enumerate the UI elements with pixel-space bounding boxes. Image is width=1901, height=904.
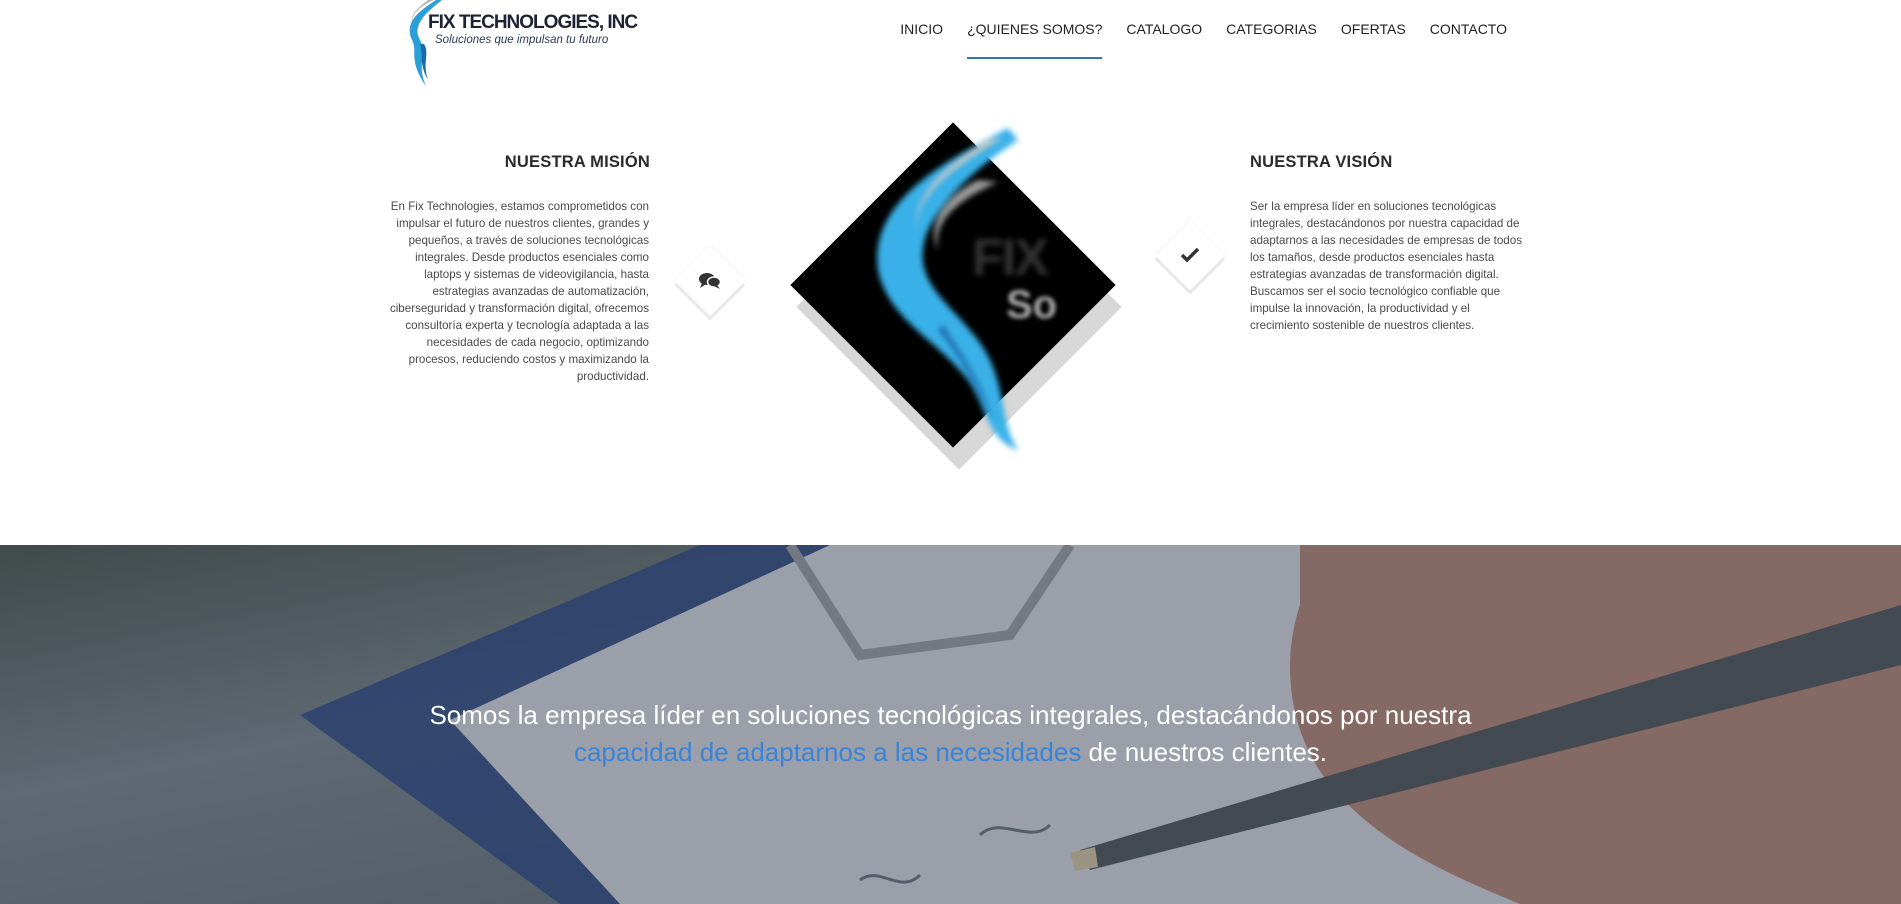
center-logo-text-b: So bbox=[1006, 283, 1058, 327]
comments-icon bbox=[685, 256, 735, 306]
main-nav: INICIO ¿QUIENES SOMOS? CATALOGO CATEGORI… bbox=[888, 0, 1519, 60]
hero-statement: Somos la empresa líder en soluciones tec… bbox=[0, 697, 1901, 771]
check-icon bbox=[1165, 230, 1215, 280]
mission-title: NUESTRA MISIÓN bbox=[504, 153, 650, 171]
nav-catalogo[interactable]: CATALOGO bbox=[1114, 0, 1214, 60]
logo-swoosh-large-icon bbox=[877, 128, 1018, 450]
hero-line1: Somos la empresa líder en soluciones tec… bbox=[429, 700, 1472, 730]
brand-logo[interactable]: FIX TECHNOLOGIES, INC Soluciones que imp… bbox=[398, 0, 638, 88]
nav-inicio[interactable]: INICIO bbox=[888, 0, 955, 60]
nav-categorias[interactable]: CATEGORIAS bbox=[1214, 0, 1329, 60]
hero-banner: Somos la empresa líder en soluciones tec… bbox=[0, 545, 1901, 904]
nav-quienes-somos[interactable]: ¿QUIENES SOMOS? bbox=[955, 0, 1114, 60]
logo-title: FIX TECHNOLOGIES, INC bbox=[428, 12, 638, 33]
nav-ofertas[interactable]: OFERTAS bbox=[1329, 0, 1418, 60]
center-logo: FIX So bbox=[788, 120, 1122, 470]
vision-title: NUESTRA VISIÓN bbox=[1250, 153, 1393, 171]
site-header: FIX TECHNOLOGIES, INC Soluciones que imp… bbox=[0, 0, 1901, 90]
logo-tagline: Soluciones que impulsan tu futuro bbox=[435, 34, 609, 46]
mission-text: En Fix Technologies, estamos comprometid… bbox=[389, 200, 649, 383]
vision-text: Ser la empresa líder en soluciones tecno… bbox=[1250, 200, 1522, 332]
hero-line2: de nuestros clientes. bbox=[1081, 737, 1328, 767]
hero-highlight: capacidad de adaptarnos a las necesidade… bbox=[573, 737, 1082, 767]
center-logo-text-a: FIX bbox=[972, 229, 1049, 287]
nav-contacto[interactable]: CONTACTO bbox=[1418, 0, 1519, 60]
